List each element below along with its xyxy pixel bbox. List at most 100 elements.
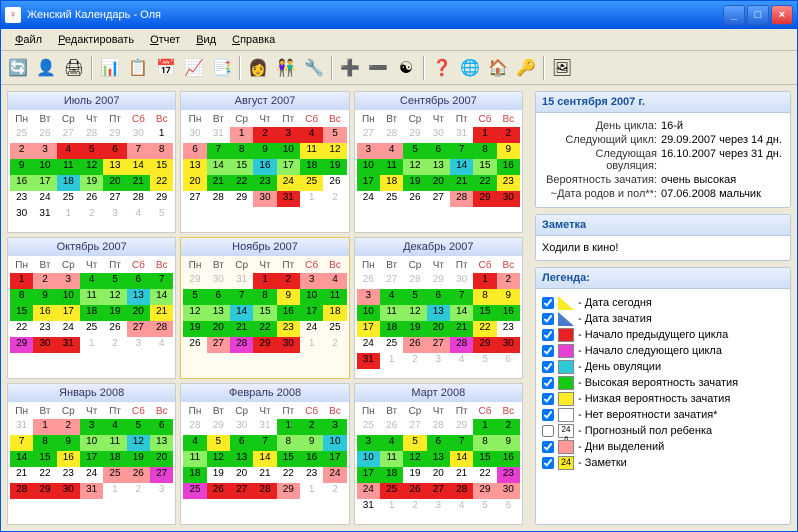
day-cell[interactable]: 26 [103, 321, 126, 337]
day-cell[interactable]: 30 [427, 127, 450, 143]
day-cell[interactable]: 1 [230, 127, 253, 143]
day-cell[interactable]: 20 [427, 467, 450, 483]
day-cell[interactable]: 18 [300, 159, 323, 175]
day-cell[interactable]: 13 [427, 451, 450, 467]
day-cell[interactable]: 22 [230, 175, 253, 191]
day-cell[interactable]: 1 [380, 499, 403, 515]
remove-icon[interactable]: ➖ [365, 55, 391, 81]
day-cell[interactable]: 13 [207, 305, 230, 321]
day-cell[interactable]: 2 [497, 419, 520, 435]
menu-Справка[interactable]: Справка [224, 32, 283, 48]
day-cell[interactable]: 25 [323, 321, 346, 337]
day-cell[interactable]: 27 [380, 273, 403, 289]
day-cell[interactable]: 14 [150, 289, 173, 305]
day-cell[interactable]: 30 [497, 483, 520, 499]
day-cell[interactable]: 31 [10, 419, 33, 435]
day-cell[interactable]: 1 [473, 419, 496, 435]
day-cell[interactable]: 19 [103, 305, 126, 321]
day-cell[interactable]: 26 [380, 419, 403, 435]
day-cell[interactable]: 31 [80, 483, 103, 499]
day-cell[interactable]: 11 [323, 289, 346, 305]
legend-checkbox[interactable] [542, 297, 554, 309]
day-cell[interactable]: 20 [427, 321, 450, 337]
day-cell[interactable]: 23 [277, 321, 300, 337]
day-cell[interactable]: 25 [80, 321, 103, 337]
day-cell[interactable]: 12 [103, 289, 126, 305]
month-header[interactable]: Сентябрь 2007 [355, 92, 522, 110]
day-cell[interactable]: 1 [33, 419, 56, 435]
day-cell[interactable]: 15 [253, 305, 276, 321]
day-cell[interactable]: 1 [80, 337, 103, 353]
day-cell[interactable]: 17 [277, 159, 300, 175]
day-cell[interactable]: 15 [230, 159, 253, 175]
day-cell[interactable]: 26 [127, 467, 150, 483]
day-cell[interactable]: 11 [103, 435, 126, 451]
day-cell[interactable]: 27 [150, 467, 173, 483]
day-cell[interactable]: 9 [277, 289, 300, 305]
day-cell[interactable]: 29 [403, 127, 426, 143]
day-cell[interactable]: 24 [323, 467, 346, 483]
day-cell[interactable]: 26 [207, 483, 230, 499]
day-cell[interactable]: 31 [357, 353, 380, 369]
day-cell[interactable]: 7 [10, 435, 33, 451]
day-cell[interactable]: 16 [253, 159, 276, 175]
day-cell[interactable]: 7 [450, 143, 473, 159]
day-cell[interactable]: 5 [127, 419, 150, 435]
day-cell[interactable]: 3 [357, 289, 380, 305]
day-cell[interactable]: 2 [403, 499, 426, 515]
day-cell[interactable]: 23 [300, 467, 323, 483]
day-cell[interactable]: 7 [230, 289, 253, 305]
day-cell[interactable]: 11 [380, 159, 403, 175]
day-cell[interactable]: 29 [473, 337, 496, 353]
day-cell[interactable]: 2 [103, 337, 126, 353]
day-cell[interactable]: 19 [403, 467, 426, 483]
day-cell[interactable]: 27 [427, 191, 450, 207]
day-cell[interactable]: 5 [473, 353, 496, 369]
day-cell[interactable]: 23 [33, 321, 56, 337]
day-cell[interactable]: 31 [230, 273, 253, 289]
legend-checkbox[interactable] [542, 441, 554, 453]
day-cell[interactable]: 4 [57, 143, 80, 159]
day-cell[interactable]: 9 [253, 143, 276, 159]
day-cell[interactable]: 27 [183, 191, 206, 207]
day-cell[interactable]: 24 [357, 337, 380, 353]
day-cell[interactable]: 27 [403, 419, 426, 435]
day-cell[interactable]: 13 [103, 159, 126, 175]
day-cell[interactable]: 4 [380, 143, 403, 159]
day-cell[interactable]: 27 [357, 127, 380, 143]
day-cell[interactable]: 4 [380, 435, 403, 451]
day-cell[interactable]: 30 [10, 207, 33, 223]
day-cell[interactable]: 25 [57, 191, 80, 207]
help-icon[interactable]: ❓ [429, 55, 455, 81]
day-cell[interactable]: 28 [450, 191, 473, 207]
day-cell[interactable]: 27 [57, 127, 80, 143]
day-cell[interactable]: 15 [33, 451, 56, 467]
day-cell[interactable]: 2 [33, 273, 56, 289]
day-cell[interactable]: 17 [357, 467, 380, 483]
day-cell[interactable]: 6 [207, 289, 230, 305]
day-cell[interactable]: 3 [103, 207, 126, 223]
day-cell[interactable]: 1 [277, 419, 300, 435]
day-cell[interactable]: 22 [473, 467, 496, 483]
day-cell[interactable]: 6 [427, 143, 450, 159]
day-cell[interactable]: 28 [427, 419, 450, 435]
day-cell[interactable]: 22 [253, 321, 276, 337]
image-icon[interactable]: 🖼 [549, 55, 575, 81]
day-cell[interactable]: 29 [183, 273, 206, 289]
day-cell[interactable]: 8 [473, 435, 496, 451]
day-cell[interactable]: 16 [277, 305, 300, 321]
day-cell[interactable]: 15 [150, 159, 173, 175]
day-cell[interactable]: 14 [450, 451, 473, 467]
day-cell[interactable]: 7 [253, 435, 276, 451]
day-cell[interactable]: 9 [33, 289, 56, 305]
day-cell[interactable]: 6 [103, 143, 126, 159]
day-cell[interactable]: 1 [473, 273, 496, 289]
day-cell[interactable]: 16 [497, 451, 520, 467]
day-cell[interactable]: 28 [380, 127, 403, 143]
month-header[interactable]: Январь 2008 [8, 384, 175, 402]
day-cell[interactable]: 17 [323, 451, 346, 467]
day-cell[interactable]: 29 [427, 273, 450, 289]
menu-Редактировать[interactable]: Редактировать [50, 32, 142, 48]
day-cell[interactable]: 21 [150, 305, 173, 321]
chart-icon[interactable]: 📊 [97, 55, 123, 81]
